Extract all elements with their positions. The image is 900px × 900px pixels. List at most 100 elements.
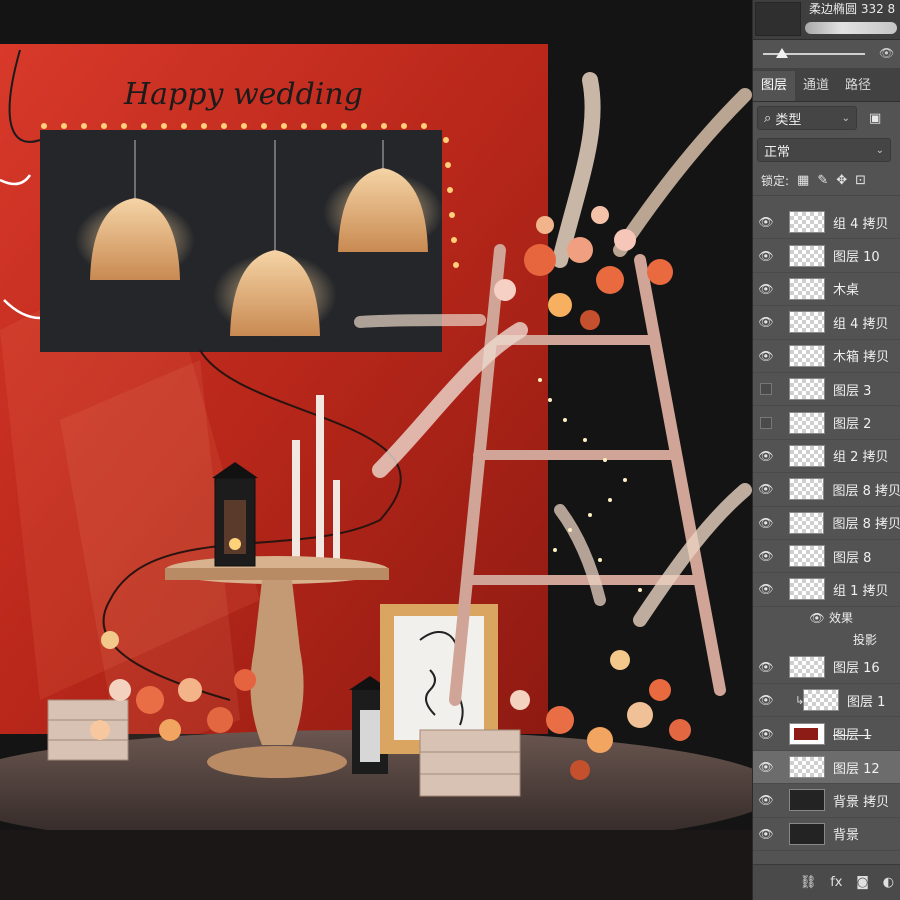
document-canvas[interactable]: Happy wedding	[0, 0, 752, 900]
layer-name: 图层 8	[833, 550, 872, 566]
layer-thumbnail	[789, 545, 825, 568]
layer-row[interactable]: 👁 背景 拷贝	[753, 784, 900, 818]
layer-row[interactable]: 👁 木箱 拷贝	[753, 340, 900, 373]
visibility-eye-icon[interactable]: 👁	[753, 249, 779, 263]
brush-size-slider-row: 👁	[753, 40, 900, 68]
visibility-eye-icon[interactable]: 👁	[753, 315, 779, 329]
layer-row[interactable]: 👁 图层 10	[753, 239, 900, 273]
layer-row[interactable]: 图层 2	[753, 406, 900, 440]
layer-name: 组 4 拷贝	[833, 216, 889, 232]
effects-label: 效果	[829, 611, 854, 626]
layer-row[interactable]: 👁 组 1 拷贝	[753, 573, 900, 607]
layers-list: 👁 组 4 拷贝 👁 图层 10 👁 木桌 👁 组 4 拷贝 👁 木箱 拷贝 图层 3 图…	[753, 206, 900, 852]
layer-name: 图层 1	[833, 728, 872, 744]
visibility-eye-icon[interactable]: 👁	[753, 827, 779, 841]
visibility-eye-icon[interactable]: 👁	[753, 582, 779, 596]
layer-filter-value: 类型	[775, 112, 802, 128]
layer-name: 木箱 拷贝	[833, 350, 890, 366]
link-layers-icon[interactable]: ⛓	[800, 875, 817, 890]
lock-position-icon[interactable]: ✥	[836, 173, 847, 188]
visibility-eye-icon[interactable]: 👁	[753, 449, 779, 463]
chevron-down-icon: ⌄	[841, 112, 850, 124]
layer-thumbnail	[789, 722, 825, 745]
panel-tabs: 图层 通道 路径	[753, 68, 900, 102]
layer-row-selected[interactable]: 👁 图层 12	[753, 750, 900, 785]
layer-row[interactable]: 👁 ↳ 图层 1	[753, 684, 900, 718]
visibility-eye-icon[interactable]: 👁	[753, 482, 779, 496]
layer-row[interactable]: 图层 3	[753, 373, 900, 407]
visibility-eye-icon[interactable]: 👁	[753, 793, 779, 807]
drop-shadow-label: 投影	[853, 633, 878, 648]
adjustment-layer-icon[interactable]: ◐	[883, 875, 894, 890]
layer-effects-row[interactable]: 👁 效果	[753, 607, 900, 629]
layer-name: 背景	[833, 828, 860, 844]
layer-thumbnail	[789, 277, 825, 300]
lock-transparent-pixels-icon[interactable]: ▦	[797, 173, 809, 188]
add-mask-icon[interactable]: ◙	[856, 875, 869, 890]
tab-channels[interactable]: 通道	[795, 71, 837, 101]
visibility-eye-icon[interactable]: 👁	[753, 760, 779, 774]
layer-row[interactable]: 👁 图层 16	[753, 651, 900, 685]
layer-thumbnail	[789, 244, 825, 267]
visibility-eye-icon[interactable]: 👁	[753, 215, 779, 229]
preview-eye-icon[interactable]: 👁	[879, 46, 894, 60]
layers-panel: 柔边椭圆 332 8 👁 图层 通道 路径 ⌕ 类型 ⌄ ▣ 正常 ⌄ 锁定: …	[752, 0, 900, 900]
lock-image-pixels-icon[interactable]: ✎	[817, 173, 828, 188]
layer-row[interactable]: 👁 图层 8 拷贝	[753, 473, 900, 507]
layer-thumbnail	[789, 756, 825, 779]
layer-name: 图层 3	[833, 383, 872, 399]
visibility-off-box[interactable]	[760, 416, 772, 429]
chevron-down-icon: ⌄	[875, 144, 884, 156]
brush-preset-bar[interactable]: 柔边椭圆 332 8	[753, 0, 900, 40]
image-filter-icon[interactable]: ▣	[869, 111, 881, 126]
layers-footer: ⛓ fx ◙ ◐	[753, 864, 900, 900]
layer-name: 图层 12	[833, 761, 880, 777]
artboard-lock-icon[interactable]: ⊡	[855, 173, 866, 188]
layer-thumbnail	[789, 378, 825, 401]
layer-thumbnail	[789, 211, 825, 234]
brush-thumbnail[interactable]	[755, 2, 801, 36]
layer-name: 组 4 拷贝	[833, 316, 889, 332]
layer-row[interactable]: 👁 背景	[753, 818, 900, 852]
layer-row[interactable]: 👁 组 4 拷贝	[753, 306, 900, 340]
layer-thumbnail	[789, 311, 825, 334]
layer-thumbnail	[789, 411, 825, 434]
brush-stroke-preview	[805, 22, 897, 34]
layer-name: 图层 10	[833, 250, 880, 266]
lock-label: 锁定:	[761, 174, 790, 188]
fx-button[interactable]: fx	[830, 875, 842, 890]
layer-row[interactable]: 👁 图层 1	[753, 717, 900, 751]
brush-preset-name: 柔边椭圆 332 8	[809, 2, 896, 16]
layer-row[interactable]: 👁 组 4 拷贝	[753, 206, 900, 240]
visibility-eye-icon[interactable]: 👁	[753, 727, 779, 741]
visibility-off-box[interactable]	[760, 383, 772, 396]
tab-layers[interactable]: 图层	[753, 71, 796, 101]
brush-size-slider-knob[interactable]	[776, 48, 788, 58]
layer-name: 图层 8 拷贝	[832, 483, 900, 499]
layer-row[interactable]: 👁 图层 8 拷贝	[753, 507, 900, 540]
layer-filter-dropdown[interactable]: ⌕ 类型 ⌄	[757, 106, 857, 130]
visibility-eye-icon[interactable]: 👁	[753, 549, 779, 563]
visibility-eye-icon[interactable]: 👁	[753, 349, 779, 363]
visibility-eye-icon[interactable]: 👁	[753, 660, 779, 674]
wedding-scene: Happy wedding	[0, 0, 752, 900]
layer-thumbnail	[789, 789, 825, 812]
layer-filter-row: ⌕ 类型 ⌄ ▣	[753, 102, 900, 134]
blend-mode-dropdown[interactable]: 正常 ⌄	[757, 138, 891, 162]
layer-effect-item[interactable]: 投影	[753, 629, 900, 651]
clipping-mask-icon: ↳	[795, 693, 805, 707]
visibility-eye-icon[interactable]: 👁	[753, 516, 779, 530]
layer-name: 木桌	[833, 283, 860, 299]
layer-name: 图层 8 拷贝	[832, 517, 900, 533]
visibility-eye-icon[interactable]: 👁	[753, 693, 779, 707]
visibility-eye-icon[interactable]: 👁	[753, 282, 779, 296]
layer-row[interactable]: 👁 组 2 拷贝	[753, 440, 900, 474]
visibility-eye-icon[interactable]: 👁	[809, 611, 825, 625]
layer-row[interactable]: 👁 木桌	[753, 273, 900, 307]
tab-paths[interactable]: 路径	[837, 71, 879, 101]
layer-thumbnail	[789, 444, 825, 467]
layer-thumbnail	[803, 689, 839, 712]
search-icon: ⌕	[764, 110, 776, 126]
layer-row[interactable]: 👁 图层 8	[753, 540, 900, 574]
layer-thumbnail	[789, 655, 825, 678]
